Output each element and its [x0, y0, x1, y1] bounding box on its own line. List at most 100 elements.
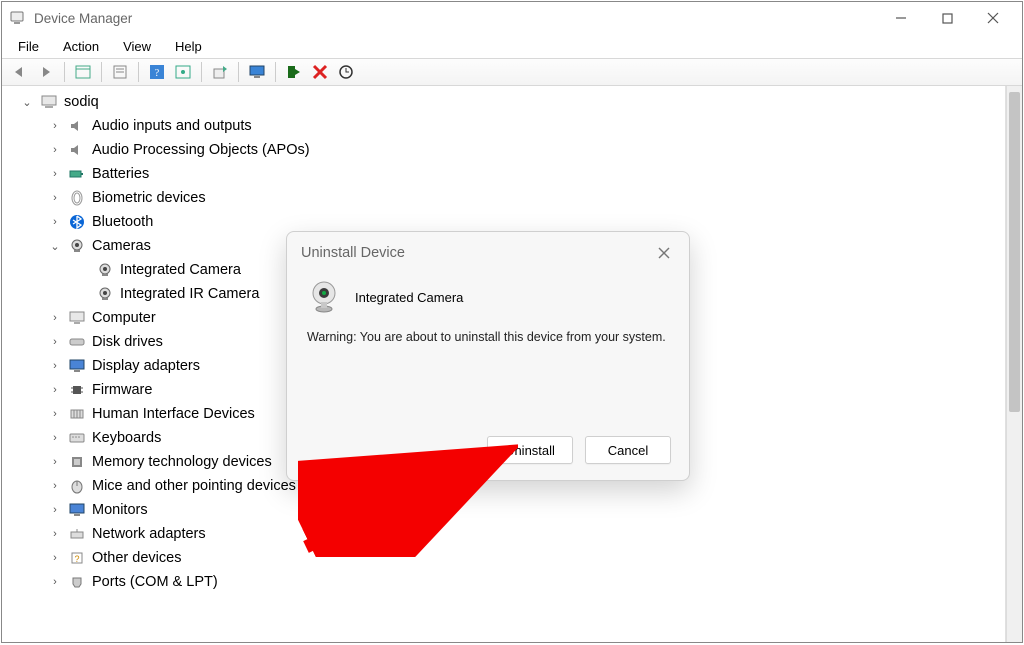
- chevron-right-icon[interactable]: ›: [48, 312, 62, 324]
- chevron-right-icon[interactable]: ›: [48, 456, 62, 468]
- hid-icon: [68, 405, 86, 423]
- camera-icon: [96, 285, 114, 303]
- tree-label: Audio Processing Objects (APOs): [92, 142, 310, 158]
- menu-help[interactable]: Help: [165, 37, 212, 56]
- scrollbar-thumb[interactable]: [1009, 92, 1020, 412]
- toolbar-monitor-icon[interactable]: [245, 61, 269, 83]
- computer-icon: [40, 93, 58, 111]
- tree-item-batteries[interactable]: › Batteries: [46, 162, 1005, 186]
- tree-label: Firmware: [92, 382, 152, 398]
- memory-icon: [68, 453, 86, 471]
- tree-label: Human Interface Devices: [92, 406, 255, 422]
- cancel-button[interactable]: Cancel: [585, 436, 671, 464]
- device-manager-icon: [8, 9, 26, 27]
- other-devices-icon: ?: [68, 549, 86, 567]
- tree-label: Bluetooth: [92, 214, 153, 230]
- uninstall-button[interactable]: Uninstall: [487, 436, 573, 464]
- maximize-button[interactable]: [924, 3, 970, 33]
- tree-label: Other devices: [92, 550, 181, 566]
- chevron-down-icon[interactable]: ⌄: [20, 96, 34, 109]
- chip-icon: [68, 381, 86, 399]
- tree-item-audio-apo[interactable]: › Audio Processing Objects (APOs): [46, 138, 1005, 162]
- camera-icon: [68, 237, 86, 255]
- close-button[interactable]: [970, 3, 1016, 33]
- toolbar-refresh-icon[interactable]: [334, 61, 358, 83]
- tree-item-audio-io[interactable]: › Audio inputs and outputs: [46, 114, 1005, 138]
- chevron-right-icon[interactable]: ›: [48, 192, 62, 204]
- chevron-right-icon[interactable]: ›: [48, 360, 62, 372]
- tree-label: Computer: [92, 310, 156, 326]
- chevron-right-icon[interactable]: ›: [48, 120, 62, 132]
- tree-label: Biometric devices: [92, 190, 206, 206]
- chevron-right-icon[interactable]: ›: [48, 144, 62, 156]
- tree-label: Cameras: [92, 238, 151, 254]
- tree-item-biometric[interactable]: › Biometric devices: [46, 186, 1005, 210]
- dialog-device-name: Integrated Camera: [355, 290, 463, 305]
- toolbar-scan-icon[interactable]: [171, 61, 195, 83]
- monitor-icon: [68, 501, 86, 519]
- dialog-close-icon[interactable]: [653, 242, 675, 264]
- disk-icon: [68, 333, 86, 351]
- speaker-icon: [68, 141, 86, 159]
- chevron-down-icon[interactable]: ⌄: [48, 240, 62, 253]
- chevron-right-icon[interactable]: ›: [48, 480, 62, 492]
- tree-label: Integrated Camera: [120, 262, 241, 278]
- tree-label: Network adapters: [92, 526, 206, 542]
- menu-action[interactable]: Action: [53, 37, 109, 56]
- bluetooth-icon: [68, 213, 86, 231]
- tree-label: Memory technology devices: [92, 454, 272, 470]
- fingerprint-icon: [68, 189, 86, 207]
- toolbar-update-driver-icon[interactable]: [208, 61, 232, 83]
- toolbar-forward-icon[interactable]: [34, 61, 58, 83]
- toolbar-help-icon[interactable]: ?: [145, 61, 169, 83]
- menu-view[interactable]: View: [113, 37, 161, 56]
- window-title: Device Manager: [34, 11, 878, 26]
- display-adapter-icon: [68, 357, 86, 375]
- toolbar-properties-icon[interactable]: [108, 61, 132, 83]
- chevron-right-icon[interactable]: ›: [48, 528, 62, 540]
- keyboard-icon: [68, 429, 86, 447]
- tree-label: Audio inputs and outputs: [92, 118, 252, 134]
- uninstall-device-dialog: Uninstall Device Integrated Camera Warni…: [286, 231, 690, 481]
- tree-item-other[interactable]: ›? Other devices: [46, 546, 1005, 570]
- mouse-icon: [68, 477, 86, 495]
- chevron-right-icon[interactable]: ›: [48, 168, 62, 180]
- tree-label: Batteries: [92, 166, 149, 182]
- chevron-right-icon[interactable]: ›: [48, 216, 62, 228]
- chevron-right-icon[interactable]: ›: [48, 504, 62, 516]
- network-icon: [68, 525, 86, 543]
- tree-item-network[interactable]: › Network adapters: [46, 522, 1005, 546]
- camera-icon: [96, 261, 114, 279]
- tree-root[interactable]: ⌄ sodiq: [18, 90, 1005, 114]
- tree-label: Display adapters: [92, 358, 200, 374]
- tree-label: Integrated IR Camera: [120, 286, 259, 302]
- tree-label: sodiq: [64, 94, 99, 110]
- tree-label: Disk drives: [92, 334, 163, 350]
- monitor-icon: [68, 309, 86, 327]
- toolbar-back-icon[interactable]: [8, 61, 32, 83]
- chevron-right-icon[interactable]: ›: [48, 576, 62, 588]
- port-icon: [68, 573, 86, 591]
- chevron-right-icon[interactable]: ›: [48, 336, 62, 348]
- toolbar-uninstall-icon[interactable]: [308, 61, 332, 83]
- battery-icon: [68, 165, 86, 183]
- tree-label: Keyboards: [92, 430, 161, 446]
- svg-text:?: ?: [74, 554, 79, 564]
- tree-item-ports[interactable]: ›Ports (COM & LPT): [46, 570, 1005, 594]
- dialog-title: Uninstall Device: [301, 245, 405, 261]
- toolbar-details-icon[interactable]: [71, 61, 95, 83]
- tree-label: Mice and other pointing devices: [92, 478, 296, 494]
- svg-text:?: ?: [155, 68, 160, 79]
- vertical-scrollbar[interactable]: [1006, 86, 1022, 642]
- chevron-right-icon[interactable]: ›: [48, 408, 62, 420]
- minimize-button[interactable]: [878, 3, 924, 33]
- chevron-right-icon[interactable]: ›: [48, 384, 62, 396]
- chevron-right-icon[interactable]: ›: [48, 432, 62, 444]
- chevron-right-icon[interactable]: ›: [48, 552, 62, 564]
- menu-file[interactable]: File: [8, 37, 49, 56]
- toolbar-enable-icon[interactable]: [282, 61, 306, 83]
- speaker-icon: [68, 117, 86, 135]
- tree-label: Monitors: [92, 502, 148, 518]
- tree-item-monitors[interactable]: › Monitors: [46, 498, 1005, 522]
- camera-icon: [307, 280, 341, 314]
